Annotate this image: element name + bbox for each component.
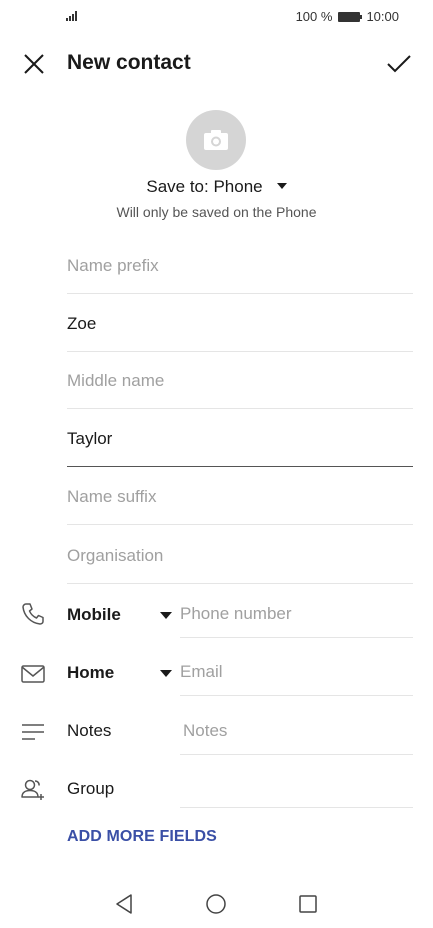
- close-button[interactable]: [20, 50, 48, 78]
- add-photo-button[interactable]: [186, 110, 246, 170]
- group-label: Group: [67, 779, 115, 798]
- status-bar: 100 % 10:00: [0, 0, 433, 34]
- middle-name-field[interactable]: Middle name: [67, 359, 413, 409]
- back-nav-icon[interactable]: [112, 892, 136, 916]
- phone-type-caret-icon[interactable]: [160, 612, 172, 619]
- group-selector[interactable]: [180, 764, 413, 808]
- group-icon: [21, 779, 44, 800]
- camera-icon: [204, 130, 228, 150]
- add-more-fields-button[interactable]: ADD MORE FIELDS: [67, 828, 217, 846]
- check-icon: [387, 55, 411, 73]
- phone-icon: [22, 603, 44, 625]
- save-note: Will only be saved on the Phone: [116, 204, 317, 220]
- home-nav-icon[interactable]: [204, 892, 228, 916]
- name-suffix-field[interactable]: Name suffix: [67, 475, 413, 525]
- notes-input[interactable]: Notes: [180, 711, 413, 755]
- notes-label: Notes: [67, 721, 112, 740]
- notes-icon: [22, 724, 44, 740]
- app-bar: New contact: [0, 40, 433, 86]
- name-prefix-field[interactable]: Name prefix: [67, 244, 413, 294]
- email-type-caret-icon[interactable]: [160, 670, 172, 677]
- signal-icon: [66, 11, 77, 21]
- status-right: 100 % 10:00: [296, 9, 399, 24]
- battery-icon: [338, 11, 363, 22]
- recents-nav-icon[interactable]: [296, 892, 320, 916]
- save-button[interactable]: [385, 50, 413, 78]
- page-title: New contact: [67, 51, 191, 74]
- clock: 10:00: [366, 9, 399, 24]
- navigation-bar: [0, 884, 433, 924]
- phone-type-label[interactable]: Mobile: [67, 605, 121, 625]
- organisation-field[interactable]: Organisation: [67, 534, 413, 584]
- phone-number-input[interactable]: Phone number: [180, 594, 413, 638]
- mail-icon: [21, 665, 45, 683]
- save-to-selector[interactable]: Save to: Phone: [0, 177, 433, 197]
- caret-down-icon: [276, 182, 287, 189]
- close-icon: [24, 54, 44, 74]
- email-input[interactable]: Email: [180, 652, 413, 696]
- email-type-label[interactable]: Home: [67, 663, 114, 683]
- battery-percent: 100 %: [295, 9, 333, 24]
- first-name-field[interactable]: Zoe: [67, 302, 413, 352]
- last-name-field[interactable]: Taylor: [67, 417, 413, 467]
- save-to-label: Save to: Phone: [146, 177, 263, 196]
